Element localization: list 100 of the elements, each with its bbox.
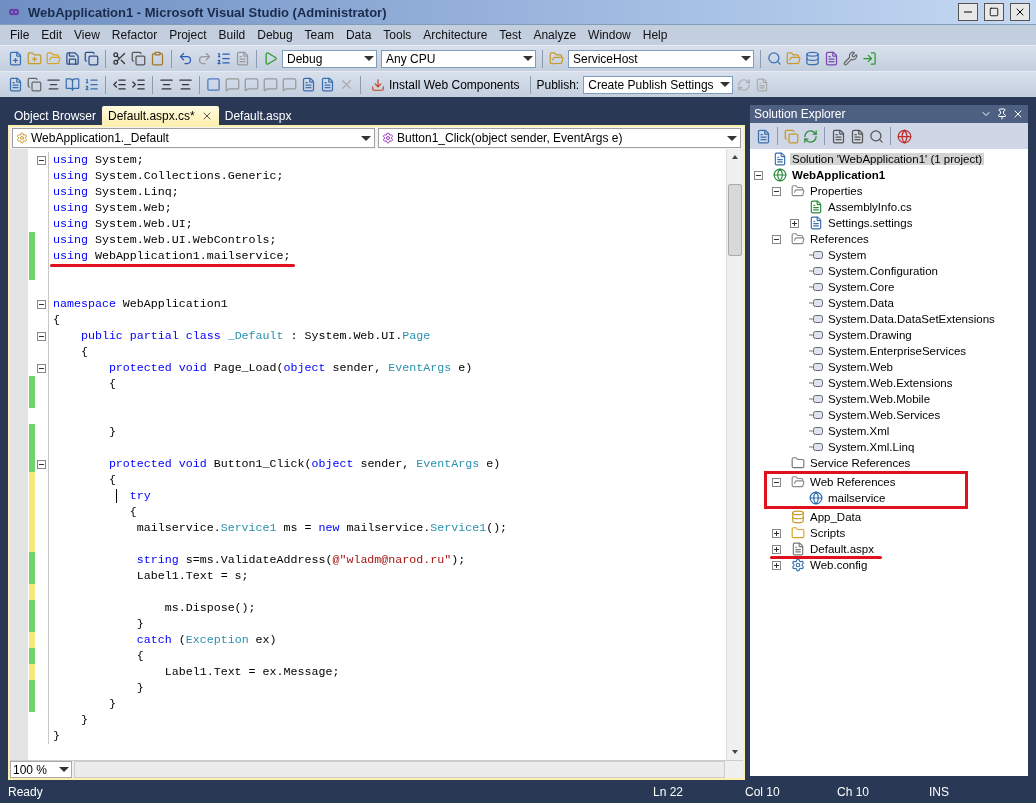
type-dropdown[interactable]: WebApplication1._Default	[12, 128, 375, 148]
tree-item[interactable]: Web.config	[808, 559, 870, 571]
tree-item[interactable]: System.Drawing	[826, 329, 914, 341]
outdent-icon[interactable]	[112, 77, 127, 92]
document-tab[interactable]: Default.aspx	[218, 106, 298, 125]
cut-icon[interactable]	[112, 51, 127, 66]
dropdown-arrow-icon[interactable]	[361, 135, 371, 141]
tree-item[interactable]: Web References	[808, 476, 898, 488]
tree-item[interactable]: System.Xml	[826, 425, 892, 437]
refresh-icon[interactable]	[803, 128, 818, 144]
tree-item[interactable]: App_Data	[808, 511, 864, 523]
fold-toggle[interactable]	[37, 299, 46, 309]
fold-toggle[interactable]	[37, 363, 46, 373]
tree-item[interactable]: System.Data	[826, 297, 896, 309]
menu-item[interactable]: Tools	[377, 28, 418, 42]
minimize-button[interactable]	[958, 3, 978, 21]
code-line: using System.Collections.Generic;	[53, 168, 284, 184]
close-button[interactable]	[1010, 3, 1030, 21]
collapse-toggle[interactable]	[772, 477, 781, 487]
menu-item[interactable]: Team	[298, 28, 340, 42]
tree-item[interactable]: System	[826, 249, 869, 261]
indent-icon[interactable]	[131, 77, 146, 92]
expand-toggle[interactable]	[772, 528, 781, 538]
scroll-thumb[interactable]	[728, 184, 742, 256]
menu-item[interactable]: Test	[493, 28, 528, 42]
menu-item[interactable]: Project	[163, 28, 213, 42]
tree-item[interactable]: System.Web.Mobile	[826, 393, 933, 405]
menu-item[interactable]: View	[68, 28, 106, 42]
tree-item[interactable]: System.Configuration	[826, 265, 940, 277]
menu-item[interactable]: Build	[212, 28, 252, 42]
tree-item[interactable]: Solution 'WebApplication1' (1 project)	[790, 153, 985, 165]
code-line: using System;	[53, 152, 144, 168]
fold-toggle[interactable]	[37, 459, 46, 469]
tree-item[interactable]: System.EnterpriseServices	[826, 345, 969, 357]
maximize-icon[interactable]	[989, 7, 999, 17]
menu-item[interactable]: File	[4, 28, 36, 42]
startup-project-icon[interactable]	[549, 51, 564, 66]
expand-toggle[interactable]	[772, 560, 781, 570]
collapse-toggle[interactable]	[772, 234, 781, 244]
document-tab[interactable]: Object Browser	[8, 106, 103, 125]
copy-icon[interactable]	[131, 51, 146, 66]
menu-item[interactable]: Help	[636, 28, 674, 42]
menu-item[interactable]: Edit	[35, 28, 69, 42]
dropdown-arrow-icon[interactable]	[59, 767, 69, 772]
folder-icon	[791, 475, 805, 489]
collapse-toggle[interactable]	[754, 170, 763, 180]
configuration-dropdown[interactable]: Debug	[282, 49, 377, 68]
tree-item[interactable]: System.Core	[826, 281, 897, 293]
dropdown-arrow-icon[interactable]	[741, 56, 751, 61]
menu-item[interactable]: Analyze	[527, 28, 583, 42]
expand-toggle[interactable]	[790, 218, 799, 228]
tree-item[interactable]: Properties	[808, 185, 865, 197]
startup-dropdown[interactable]: ServiceHost	[568, 49, 754, 68]
pin-icon[interactable]	[996, 108, 1008, 120]
tree-item[interactable]: References	[808, 233, 871, 245]
close-icon[interactable]	[1012, 108, 1024, 120]
menu-item[interactable]: Debug	[251, 28, 299, 42]
document-tab[interactable]: Default.aspx.cs*	[102, 106, 219, 125]
find-icon[interactable]	[767, 51, 782, 66]
tree-item[interactable]: Settings.settings	[826, 217, 915, 229]
dropdown-arrow-icon[interactable]	[727, 135, 737, 141]
document-icon[interactable]	[8, 77, 23, 92]
maximize-button[interactable]	[984, 3, 1004, 21]
expand-toggle[interactable]	[772, 544, 781, 554]
tree-item[interactable]: Scripts	[808, 527, 848, 539]
collapse-toggle[interactable]	[772, 186, 781, 196]
tree-item[interactable]: System.Web	[826, 361, 895, 373]
dropdown-arrow-icon[interactable]	[523, 56, 533, 61]
code-line: namespace WebApplication1	[53, 296, 228, 312]
dropdown-arrow-icon[interactable]	[364, 56, 374, 61]
new-project-icon[interactable]	[8, 51, 23, 66]
install-button[interactable]: Install Web Components	[367, 74, 524, 95]
tree-item[interactable]: System.Xml.Linq	[826, 441, 917, 453]
dropdown-arrow-icon[interactable]	[720, 82, 731, 87]
start-debugging-icon[interactable]	[263, 51, 278, 66]
fold-toggle[interactable]	[37, 155, 46, 165]
tree-item[interactable]: Default.aspx	[808, 543, 876, 555]
menu-item[interactable]: Window	[582, 28, 637, 42]
close-icon[interactable]	[1014, 6, 1026, 18]
menu-item[interactable]: Data	[339, 28, 378, 42]
vertical-scrollbar[interactable]	[726, 149, 743, 760]
menu-item[interactable]: Refactor	[105, 28, 164, 42]
member-dropdown[interactable]: Button1_Click(object sender, EventArgs e)	[378, 128, 741, 148]
paste-icon[interactable]	[150, 51, 165, 66]
horizontal-scrollbar[interactable]	[74, 761, 725, 778]
tree-item[interactable]: WebApplication1	[790, 169, 888, 181]
menu-item[interactable]: Architecture	[417, 28, 494, 42]
platform-dropdown[interactable]: Any CPU	[381, 49, 536, 68]
tree-item[interactable]: System.Web.Extensions	[826, 377, 955, 389]
fold-toggle[interactable]	[37, 331, 46, 341]
zoom-dropdown[interactable]: 100 %	[10, 761, 72, 778]
tree-item[interactable]: System.Web.Services	[826, 409, 943, 421]
tools-icon[interactable]	[843, 51, 858, 66]
tree-item[interactable]: AssemblyInfo.cs	[826, 201, 914, 213]
save-icon[interactable]	[65, 51, 80, 66]
publish-dropdown[interactable]: Create Publish Settings	[583, 75, 734, 94]
tree-item[interactable]: Service References	[808, 457, 913, 469]
tree-item[interactable]: mailservice	[826, 492, 888, 504]
tree-item[interactable]: System.Data.DataSetExtensions	[826, 313, 997, 325]
undo-icon[interactable]	[178, 51, 193, 66]
